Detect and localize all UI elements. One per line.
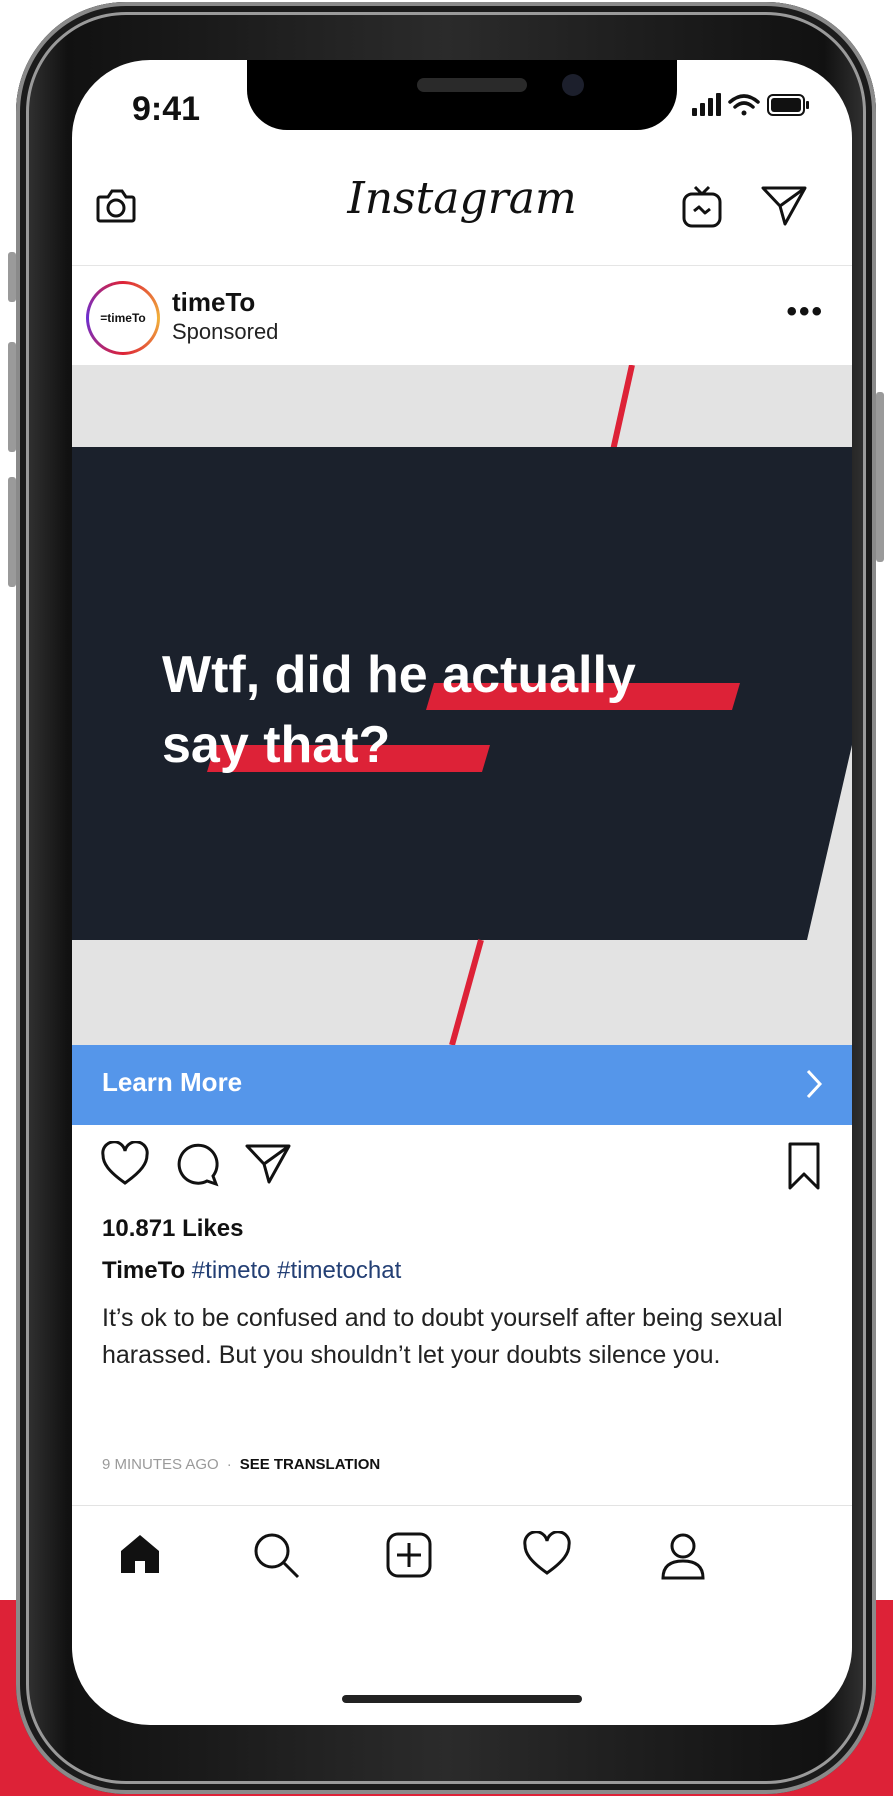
avatar-logo-text: =timeTo [89, 284, 157, 352]
ad-image[interactable]: Wtf, did he actually say that? [72, 365, 852, 1045]
sponsored-label: Sponsored [172, 319, 279, 344]
search-icon[interactable] [252, 1531, 302, 1586]
like-count[interactable]: 10.871 Likes [102, 1215, 243, 1243]
caption-body: It’s ok to be confused and to doubt your… [102, 1304, 783, 1369]
status-icons [692, 90, 812, 120]
avatar[interactable]: =timeTo [86, 281, 160, 355]
ad-headline-line-1: Wtf, did he actually [162, 646, 636, 704]
side-button-mute [8, 252, 16, 302]
instagram-logo: Instagram [347, 173, 577, 224]
heart-icon[interactable] [100, 1140, 150, 1192]
battery-icon [767, 94, 809, 116]
caption-hashtags[interactable]: #timeto #timetochat [192, 1257, 401, 1284]
profile-icon[interactable] [660, 1531, 706, 1586]
chevron-right-icon [804, 1067, 824, 1106]
phone-screen: 9:41 Instagram =timeTo timeTo Sponsored … [72, 60, 852, 1725]
app-header: Instagram [72, 145, 852, 266]
signal-icon [692, 93, 721, 116]
activity-heart-icon[interactable] [522, 1530, 572, 1582]
notch [247, 60, 677, 130]
learn-more-label: Learn More [102, 1067, 243, 1097]
home-indicator [342, 1695, 582, 1703]
comment-icon[interactable] [174, 1141, 220, 1192]
ad-headline: Wtf, did he actually say that? [162, 640, 722, 780]
wifi-icon [728, 94, 760, 116]
ad-headline-line-2: say that? [162, 716, 391, 774]
post-header: =timeTo timeTo Sponsored ••• [72, 265, 852, 365]
bookmark-icon[interactable] [784, 1141, 824, 1196]
learn-more-button[interactable]: Learn More [72, 1045, 852, 1125]
caption-username[interactable]: TimeTo [102, 1257, 185, 1284]
side-button-power [876, 392, 884, 562]
status-time: 9:41 [132, 90, 201, 128]
direct-message-icon[interactable] [760, 183, 808, 232]
see-translation-link[interactable]: SEE TRANSLATION [240, 1456, 381, 1473]
post-actions [72, 1135, 852, 1205]
more-options-button[interactable]: ••• [786, 295, 824, 329]
speaker [417, 78, 527, 92]
account-name[interactable]: timeTo [172, 287, 255, 318]
share-icon[interactable] [244, 1141, 292, 1192]
caption-header: TimeTo #timeto #timetochat [102, 1257, 401, 1285]
time-ago: 9 MINUTES AGO [102, 1456, 219, 1473]
side-button-volume-up [8, 342, 16, 452]
meta-separator: · [226, 1456, 232, 1473]
igtv-icon[interactable] [680, 183, 724, 236]
side-button-volume-down [8, 477, 16, 587]
front-camera [562, 74, 584, 96]
post-meta: 9 MINUTES AGO · SEE TRANSLATION [102, 1456, 380, 1473]
home-icon[interactable] [117, 1531, 163, 1582]
add-post-icon[interactable] [385, 1531, 433, 1584]
bottom-tab-bar [72, 1505, 852, 1616]
